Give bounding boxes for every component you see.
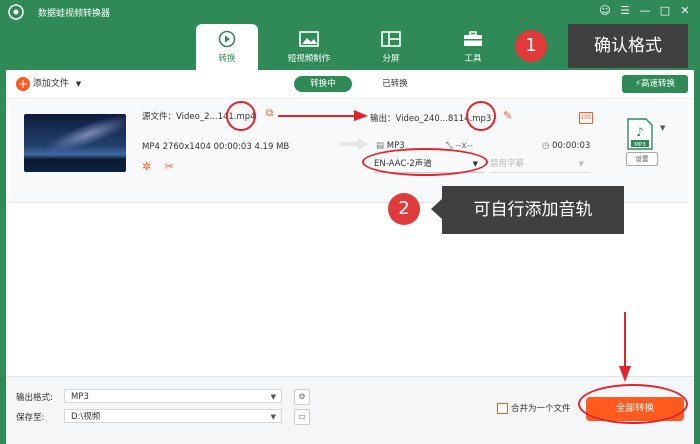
tab-converting[interactable]: 转换中 <box>294 76 352 92</box>
cut-icon[interactable]: ✂ <box>165 160 174 173</box>
convert-icon <box>218 30 236 48</box>
tab-split-screen-label: 分屏 <box>382 54 400 64</box>
format-badge-text: MP3 <box>634 142 646 148</box>
film-icon: ▤ <box>376 141 385 151</box>
settings-button[interactable]: 设置 <box>626 152 658 166</box>
chevron-down-icon[interactable]: ▼ <box>76 80 81 88</box>
add-file-label: 添加文件 <box>32 79 69 89</box>
tab-toolbox[interactable]: 工具 <box>442 24 504 70</box>
annotation-arrow-right <box>278 110 368 121</box>
annotation-ring-audio-track <box>362 148 488 176</box>
subtitle-select[interactable]: 禁用字幕 ▼ <box>490 156 590 173</box>
dropdown-caret-icon: ▼ <box>578 160 584 168</box>
save-path-value: D:\视频 <box>71 412 101 422</box>
edit-tools: ✲ ✂ <box>142 160 174 173</box>
dropdown-caret-icon: ▼ <box>270 393 276 401</box>
edit-output-name-icon[interactable]: ✎ <box>503 109 512 122</box>
maximize-button[interactable]: □ <box>658 4 672 18</box>
toolbox-icon <box>464 31 482 46</box>
convert-arrow-icon <box>340 138 368 150</box>
fast-convert-label: 高速转换 <box>640 79 675 89</box>
close-button[interactable]: ✕ <box>678 4 692 18</box>
annotation-arrow-down <box>619 312 631 382</box>
checkbox-icon[interactable] <box>497 403 508 414</box>
dropdown-caret-icon: ▼ <box>270 413 276 421</box>
split-screen-icon <box>381 31 401 47</box>
fast-convert-button[interactable]: ⚡高速转换 <box>622 75 688 93</box>
minimize-button[interactable]: — <box>638 4 652 18</box>
output-duration-value: 00:00:03 <box>552 141 591 151</box>
add-icon: + <box>16 76 30 91</box>
step-1-callout: 确认格式 <box>568 24 688 68</box>
menu-icon[interactable]: ☰ <box>618 4 632 18</box>
format-dropdown-icon[interactable]: ▼ <box>660 124 665 132</box>
step-2-callout: 可自行添加音轨 <box>442 186 624 234</box>
output-format-label: 输出格式: <box>16 393 53 403</box>
tab-toolbox-label: 工具 <box>464 54 482 64</box>
output-info-icon[interactable]: 101 <box>579 112 593 124</box>
tab-short-video[interactable]: 短视频制作 <box>278 24 340 70</box>
feedback-icon[interactable]: ☺ <box>598 4 612 18</box>
format-settings-icon[interactable]: ⚙ <box>294 389 310 405</box>
subtitle-value: 禁用字幕 <box>490 159 525 169</box>
merge-files-checkbox[interactable]: 合并为一个文件 <box>497 402 571 414</box>
add-file-button[interactable]: + 添加文件 ▼ <box>16 76 81 92</box>
step-1-badge: 1 <box>515 30 547 62</box>
save-to-label: 保存至: <box>16 413 45 423</box>
app-title: 数据蛙视频转换器 <box>38 9 111 19</box>
title-bar: 数据蛙视频转换器 ☺ ☰ — □ ✕ <box>0 0 700 24</box>
short-video-icon <box>299 31 319 47</box>
video-thumbnail[interactable] <box>24 114 126 172</box>
svg-text:♪: ♪ <box>636 125 644 139</box>
effects-icon[interactable]: ✲ <box>142 160 151 173</box>
annotation-ring-output-ext <box>466 101 496 131</box>
step-2-badge: 2 <box>388 193 420 225</box>
copy-icon[interactable]: ⧉ <box>266 108 273 119</box>
mp3-format-icon[interactable]: ♪ MP3 <box>626 118 654 150</box>
file-toolbar: + 添加文件 ▼ 转换中 已转换 ⚡高速转换 <box>6 70 694 99</box>
tab-convert[interactable]: 转换 <box>196 24 258 70</box>
tab-converted[interactable]: 已转换 <box>366 76 424 92</box>
tab-split-screen[interactable]: 分屏 <box>360 24 422 70</box>
merge-label: 合并为一个文件 <box>511 404 571 414</box>
tab-convert-label: 转换 <box>218 54 236 64</box>
output-format-select-value: MP3 <box>71 392 89 402</box>
main-panel: + 添加文件 ▼ 转换中 已转换 ⚡高速转换 源文件：Video_2...141… <box>6 70 694 444</box>
source-file-meta: MP4 2760x1404 00:00:03 4.19 MB <box>142 142 290 152</box>
save-path-select[interactable]: D:\视频 ▼ <box>64 409 282 423</box>
annotation-ring-convert-all <box>578 384 688 424</box>
output-format-select[interactable]: MP3 ▼ <box>64 389 282 403</box>
app-logo-icon <box>8 4 24 20</box>
clock-icon: ◷ <box>542 141 550 151</box>
output-duration: ◷ 00:00:03 <box>542 141 590 151</box>
folder-icon[interactable]: ▭ <box>294 409 310 425</box>
annotation-ring-source-ext <box>226 101 256 131</box>
tab-short-video-label: 短视频制作 <box>287 54 331 64</box>
